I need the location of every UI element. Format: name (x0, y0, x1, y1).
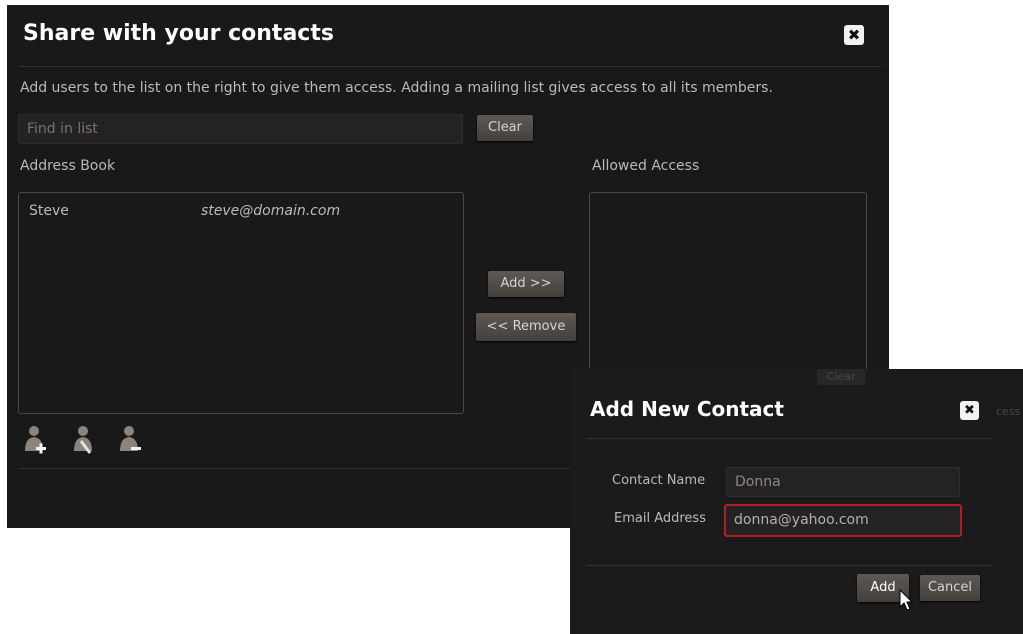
popup-footer-divider (586, 565, 992, 566)
allowed-clear-button: Clear (817, 369, 865, 385)
add-contact-icon[interactable] (22, 425, 48, 457)
remove-contact-icon[interactable] (117, 425, 143, 457)
email-field[interactable]: donna@yahoo.com (724, 504, 962, 537)
contact-name-field[interactable]: Donna (726, 467, 960, 497)
address-book-list[interactable]: Steve steve@domain.com (18, 192, 464, 414)
add-to-access-button[interactable]: Add >> (488, 271, 564, 297)
list-item[interactable]: Steve steve@domain.com (29, 203, 449, 223)
close-icon[interactable]: ✖ (960, 401, 979, 420)
title-divider (19, 66, 881, 67)
address-book-label: Address Book (20, 158, 116, 174)
contact-name-label: Contact Name (612, 473, 706, 488)
search-input[interactable]: Find in list (18, 114, 463, 144)
cursor-icon (899, 588, 915, 613)
popup-title-divider (586, 438, 992, 439)
edit-contact-icon[interactable] (71, 425, 97, 457)
clear-search-button[interactable]: Clear (477, 115, 533, 141)
contact-email: steve@domain.com (201, 203, 341, 219)
share-dialog-title: Share with your contacts (23, 21, 334, 46)
add-contact-title: Add New Contact (590, 397, 784, 421)
email-address-label: Email Address (614, 511, 706, 526)
add-contact-dialog: Clear cess Add New Contact ✖ Contact Nam… (570, 369, 1023, 634)
close-icon[interactable]: ✖ (844, 25, 864, 45)
instructions-text: Add users to the list on the right to gi… (20, 80, 773, 96)
background-peek-text: cess (996, 405, 1021, 418)
allowed-access-label: Allowed Access (592, 158, 700, 174)
remove-from-access-button[interactable]: << Remove (476, 313, 576, 341)
cancel-button[interactable]: Cancel (920, 575, 980, 601)
contact-name: Steve (29, 203, 69, 219)
